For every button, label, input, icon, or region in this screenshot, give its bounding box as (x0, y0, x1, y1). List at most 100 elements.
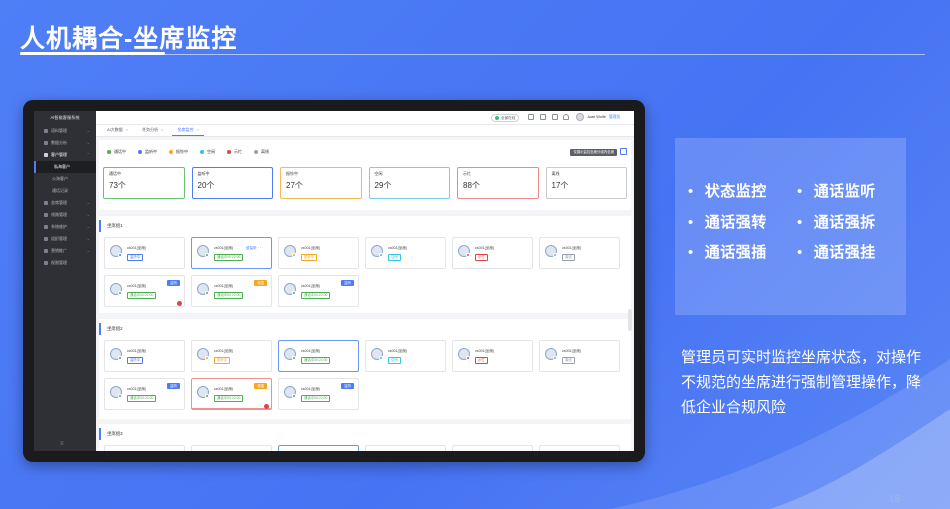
status-dot-icon (138, 149, 142, 154)
agent-status-dot-icon (466, 356, 470, 360)
agent-status-dot-icon (205, 394, 209, 398)
agent-card[interactable]: cs001(坐席) 振铃中 (191, 340, 272, 372)
chevron-down-icon: ⌄ (86, 224, 90, 229)
sidebar-sub-call-records[interactable]: 通话记录 (34, 185, 96, 197)
sidebar-item-org[interactable]: 组织管理 ⌄ (34, 233, 96, 245)
agent-status-dot-icon (553, 356, 557, 360)
agent-card[interactable]: cs001(坐席) 通话中00:22:00 强插 (191, 378, 272, 410)
agent-action-button[interactable]: 强插 (254, 280, 267, 286)
status-stat-card[interactable]: 监听中 20个 (191, 167, 273, 199)
agent-action-button[interactable]: 监听 (167, 280, 180, 286)
status-stat-card[interactable]: 离线 17个 (545, 167, 627, 199)
agent-action-button[interactable]: 强插 (254, 383, 267, 389)
agent-card[interactable]: cs001(坐席) 监听中 (104, 237, 185, 269)
sidebar-sub-public-customers[interactable]: 公海客户 (34, 173, 96, 185)
tab-ai-bigdata[interactable]: AI大数据 × (102, 126, 133, 136)
agent-card[interactable]: cs001(坐席) 离线 (539, 340, 620, 372)
side-drawer-handle[interactable] (628, 309, 632, 331)
status-stat-card[interactable]: 示忙 88个 (457, 167, 539, 199)
agent-name: cs001(坐席) (127, 246, 147, 250)
agent-name: cs001(坐席) (301, 387, 321, 391)
agent-status-badge: 通话中00:22:00 (214, 395, 244, 402)
agent-action-button[interactable]: 监听 (341, 383, 354, 389)
sidebar-item-lines[interactable]: 线路管理 ⌄ (34, 209, 96, 221)
slide-description: 管理员可实时监控坐席状态，对操作不规范的坐席进行强制管理操作，降低企业合规风险 (681, 349, 922, 416)
bell-icon[interactable] (563, 114, 569, 120)
agent-card[interactable]: cs001(坐席) 空闲 (365, 340, 446, 372)
message-icon[interactable] (540, 114, 546, 120)
close-icon[interactable]: × (196, 127, 198, 132)
sidebar-item-marketing[interactable]: 营销推广 ⌄ (34, 245, 96, 257)
fullscreen-icon[interactable] (528, 114, 534, 120)
sidebar-item-analytics[interactable]: 数据分析 ⌄ (34, 137, 96, 149)
tab-agent-monitor[interactable]: 坐席监控 × (172, 126, 204, 136)
page-number: 18 (888, 494, 900, 505)
chevron-down-icon: ⌄ (86, 212, 90, 217)
agent-avatar (545, 348, 557, 360)
tab-task-analysis[interactable]: 任务分析 × (137, 126, 168, 136)
sidebar-item-system[interactable]: 系统维护 ⌄ (34, 221, 96, 233)
legend-item: 离线 (254, 149, 269, 155)
stat-value: 88个 (463, 181, 480, 190)
agent-status-badge: 通话中00:22:00 (301, 292, 331, 299)
legend-label: 示忙 (234, 149, 242, 154)
agent-action-button[interactable]: 监听 (167, 383, 180, 389)
status-legend: 通话中 监听中 振铃中 空闲 示忙 离线 (107, 149, 269, 155)
agent-avatar (110, 348, 122, 360)
app-screen: AI智能客服系统 语料管理 ⌄ 数据分析 ⌄ 客户管理 ⌃ 私海客户 公海客户 通话记… (34, 111, 634, 451)
agent-status-badge: 振铃中 (214, 357, 231, 364)
agent-card[interactable]: cs001(坐席) 通话中00:22:00 强插 (191, 275, 272, 307)
agent-status-badge: 监听中 (127, 357, 144, 364)
stat-value: 27个 (286, 181, 303, 190)
chevron-up-icon: ⌃ (86, 152, 90, 157)
agent-card[interactable]: cs001(坐席) 示忙 (452, 340, 533, 372)
online-status-toggle[interactable]: 全部在线 (491, 114, 520, 122)
filter-monitored-button[interactable]: 仅展示监控坐席分组内坐席 (570, 149, 617, 156)
tablet-frame: AI智能客服系统 语料管理 ⌄ 数据分析 ⌄ 客户管理 ⌃ 私海客户 公海客户 通话记… (23, 100, 645, 462)
legend-item: 振铃中 (169, 149, 188, 155)
agent-card[interactable]: cs001(坐席) 通话中00:22:00 监听 (104, 275, 185, 307)
refresh-icon[interactable] (620, 148, 627, 155)
agent-name: cs001(坐席) (214, 284, 234, 288)
tab-label: AI大数据 (107, 127, 123, 132)
sidebar-item-label: 线路管理 (51, 212, 67, 217)
sidebar-item-customers[interactable]: 客户管理 ⌃ (34, 149, 96, 161)
sidebar-item-corpus[interactable]: 语料管理 ⌄ (34, 125, 96, 137)
agent-status-dot-icon (292, 291, 296, 295)
agent-card[interactable]: cs001(坐席) 通话中00:22:00 监听 (278, 378, 359, 410)
close-icon[interactable]: × (126, 127, 128, 132)
agent-group-title: 坐席组1 (99, 220, 631, 232)
status-stat-card[interactable]: 通话中 73个 (103, 167, 185, 199)
agent-card[interactable]: cs001(坐席) 示忙 (452, 237, 533, 269)
stat-label: 监听中 (197, 171, 210, 176)
feature-item: 状态监控 (688, 180, 767, 201)
agent-card[interactable]: cs001(坐席) 通话中00:22:00 被监听 · · · (191, 237, 272, 269)
agent-card-grid: cs001(坐席) 监听中 cs001(坐席) 通话中00:22:00 被监听 · · … (99, 232, 631, 312)
agent-card[interactable]: cs001(坐席) 通话中00:22:00 监听 (278, 275, 359, 307)
agent-card[interactable]: cs001(坐席) 通话中00:22:00 (278, 340, 359, 372)
status-dot-icon (169, 149, 173, 154)
agent-avatar (110, 283, 122, 295)
megaphone-icon (44, 249, 48, 253)
sidebar-item-permissions[interactable]: 权限管理 (34, 257, 96, 269)
avatar (576, 113, 584, 121)
agent-card[interactable]: cs001(坐席) 监听中 (104, 340, 185, 372)
status-stat-card[interactable]: 振铃中 27个 (280, 167, 362, 199)
status-stat-card[interactable]: 空闲 29个 (368, 167, 450, 199)
agent-card[interactable]: cs001(坐席) 通话中00:22:00 监听 (104, 378, 185, 410)
settings-icon[interactable] (552, 114, 558, 120)
agent-avatar (284, 283, 296, 295)
sidebar-item-agents[interactable]: 坐席管理 ⌄ (34, 197, 96, 209)
agent-status-badge: 通话中00:22:00 (214, 254, 244, 261)
user-menu[interactable]: Joan Wolfe 管理员 (576, 113, 620, 121)
sidebar-sub-private-customers[interactable]: 私海客户 (34, 161, 96, 173)
agent-status-badge: 通话中00:22:00 (214, 292, 244, 299)
agent-avatar (371, 245, 383, 257)
agent-action-button[interactable]: 监听 (341, 280, 354, 286)
alert-icon (177, 301, 182, 306)
agent-card[interactable]: cs001(坐席) 空闲 (365, 237, 446, 269)
agent-card[interactable]: cs001(坐席) 振铃中 (278, 237, 359, 269)
collapse-menu-icon[interactable]: ≡ (60, 441, 64, 447)
agent-card[interactable]: cs001(坐席) 离线 (539, 237, 620, 269)
close-icon[interactable]: × (161, 127, 163, 132)
